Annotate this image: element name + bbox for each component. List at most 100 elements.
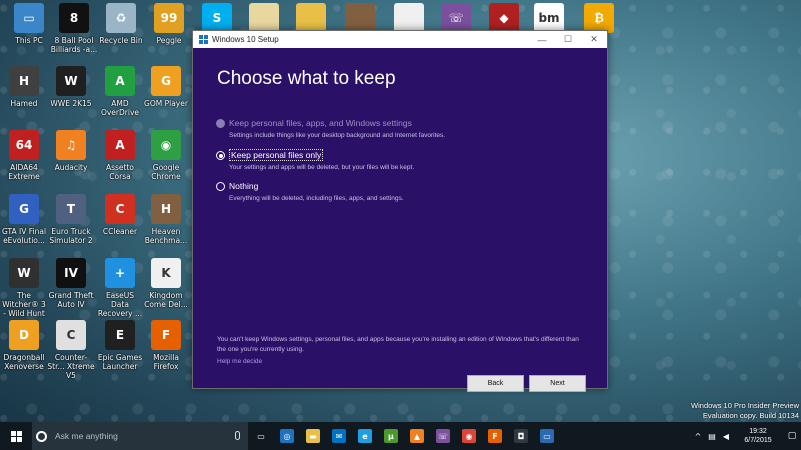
maximize-button[interactable]: ☐ — [555, 34, 581, 45]
shortcut-label: Hamed — [10, 99, 38, 108]
minimize-button[interactable]: — — [529, 35, 555, 45]
taskbar-app-button[interactable]: ◉ — [456, 422, 482, 450]
cortana-icon — [36, 430, 47, 442]
audacity-icon: ♫ — [56, 130, 86, 160]
desktop-shortcut[interactable]: A Assetto Corsa — [96, 130, 144, 181]
page-title: Choose what to keep — [217, 68, 396, 89]
desktop-shortcut[interactable]: C CCleaner — [96, 194, 144, 236]
desktop-shortcut[interactable]: ♻ Recycle Bin — [97, 3, 145, 45]
option-description: Everything will be deleted, including fi… — [229, 195, 404, 202]
desktop-shortcut[interactable]: IV Grand Theft Auto IV — [47, 258, 95, 309]
shortcut-label: AMD OverDrive — [100, 99, 140, 117]
desktop-shortcut[interactable]: E Epic Games Launcher — [96, 320, 144, 371]
shortcut-label: Euro Truck Simulator 2 — [49, 227, 93, 245]
watermark-line-2: Evaluation copy. Build 10134 — [702, 411, 799, 420]
gta4-icon: IV — [56, 258, 86, 288]
clock[interactable]: 19:32 6/7/2015 — [733, 427, 783, 445]
taskbar-app-button[interactable]: e — [352, 422, 378, 450]
radio-keep-files[interactable] — [216, 151, 225, 160]
chevron-up-icon[interactable]: ^ — [691, 432, 705, 441]
shortcut-label: 8 Ball Pool Billiards -a... — [50, 36, 98, 54]
taskbar-app-button[interactable]: ◎ — [274, 422, 300, 450]
option-label: Nothing — [229, 181, 259, 191]
desktop-shortcut[interactable]: 8 8 Ball Pool Billiards -a... — [50, 3, 98, 54]
desktop-shortcut[interactable]: D Dragonball Xenoverse — [0, 320, 48, 371]
network-icon[interactable]: ▤ — [705, 432, 719, 441]
taskbar-app-button[interactable]: μ — [378, 422, 404, 450]
edition-note: You can't keep Windows settings, persona… — [217, 336, 579, 353]
user-folder-icon: H — [9, 66, 39, 96]
taskbar-app-button[interactable]: ✉ — [326, 422, 352, 450]
witcher-icon: W — [9, 258, 39, 288]
window-titlebar[interactable]: Windows 10 Setup — ☐ ✕ — [193, 31, 607, 48]
media-icon: ◘ — [514, 429, 528, 443]
evaluation-watermark: Windows 10 Pro Insider Preview Evaluatio… — [691, 401, 799, 421]
desktop-shortcut[interactable]: 99 Peggle — [145, 3, 193, 45]
easeus-icon: + — [105, 258, 135, 288]
radio-keep-everything[interactable] — [216, 119, 225, 128]
setup-window: Windows 10 Setup — ☐ ✕ Choose what to ke… — [192, 30, 608, 392]
taskbar-app-button[interactable]: ▭ — [248, 422, 274, 450]
computer-icon: ▭ — [14, 3, 44, 33]
viber-icon: ☏ — [436, 429, 450, 443]
desktop-shortcut[interactable]: ◉ Google Chrome — [142, 130, 190, 181]
bmw-icon: bm — [534, 3, 564, 33]
start-button[interactable] — [0, 422, 32, 450]
assetto-corsa-icon: A — [105, 130, 135, 160]
close-button[interactable]: ✕ — [581, 34, 607, 45]
desktop-shortcut[interactable]: ♫ Audacity — [47, 130, 95, 172]
dragonball-icon: D — [9, 320, 39, 350]
desktop-shortcut[interactable]: T Euro Truck Simulator 2 — [47, 194, 95, 245]
shortcut-label: Audacity — [54, 163, 88, 172]
desktop-shortcut[interactable]: G GTA IV Final eEvolutio... — [0, 194, 48, 245]
epic-games-icon: E — [105, 320, 135, 350]
desktop-shortcut[interactable]: W The Witcher® 3 - Wild Hunt — [0, 258, 48, 318]
desktop-shortcut[interactable]: + EaseUS Data Recovery ... — [96, 258, 144, 318]
system-tray: ^ ▤ ◀ 19:32 6/7/2015 ▢ — [691, 422, 801, 450]
file-explorer-icon: ▬ — [306, 429, 320, 443]
desktop-shortcut[interactable]: W WWE 2K15 — [47, 66, 95, 108]
wwe-icon: W — [56, 66, 86, 96]
microphone-icon[interactable] — [235, 431, 240, 440]
desktop-shortcut[interactable]: H Heaven Benchma... — [142, 194, 190, 245]
shortcut-label: WWE 2K15 — [50, 99, 92, 108]
windows-logo-icon — [199, 35, 208, 44]
action-center-icon[interactable]: ▢ — [783, 431, 801, 441]
desktop-shortcut[interactable]: F Mozilla Firefox — [142, 320, 190, 371]
store-globe-icon: ◎ — [280, 429, 294, 443]
desktop-shortcut[interactable]: A AMD OverDrive — [96, 66, 144, 117]
desktop-shortcut[interactable]: C Counter-Str... Xtreme V5 — [47, 320, 95, 380]
watermark-line-1: Windows 10 Pro Insider Preview — [691, 401, 799, 410]
taskbar-pinned-apps: ▭ ◎ ▬ ✉ e μ ▲ ☏ ◉ F ◘ ▭ — [248, 422, 560, 450]
option-label: Keep personal files only — [229, 149, 324, 161]
desktop-shortcut[interactable]: K Kingdom Come Del... — [142, 258, 190, 309]
game-cover-icon — [345, 3, 375, 33]
taskbar-app-button[interactable]: F — [482, 422, 508, 450]
taskbar: Ask me anything ▭ ◎ ▬ ✉ e μ ▲ ☏ ◉ F ◘ ▭ ^ ▤ ◀ 19:32… — [0, 422, 801, 450]
taskbar-app-button[interactable]: ▭ — [534, 422, 560, 450]
aida64-icon: 64 — [9, 130, 39, 160]
shortcut-label: GOM Player — [144, 99, 188, 108]
desktop-shortcut[interactable]: G GOM Player — [142, 66, 190, 108]
eight-ball-icon: 8 — [59, 3, 89, 33]
taskbar-app-button[interactable]: ▲ — [404, 422, 430, 450]
radio-nothing[interactable] — [216, 182, 225, 191]
bitcoin-icon: ₿ — [584, 3, 614, 33]
vlc-icon: ▲ — [410, 429, 424, 443]
back-button[interactable]: Back — [467, 375, 524, 392]
shortcut-label: Assetto Corsa — [105, 163, 135, 181]
desktop-shortcut[interactable]: H Hamed — [0, 66, 48, 108]
cortana-search-box[interactable]: Ask me anything — [32, 422, 248, 450]
help-me-decide-link[interactable]: Help me decide — [217, 358, 262, 365]
shortcut-label: Kingdom Come Del... — [144, 291, 188, 309]
utorrent-icon: μ — [384, 429, 398, 443]
volume-icon[interactable]: ◀ — [719, 432, 733, 441]
next-button[interactable]: Next — [529, 375, 586, 392]
desktop-shortcut[interactable]: 64 AIDA64 Extreme — [0, 130, 48, 181]
taskbar-app-button[interactable]: ☏ — [430, 422, 456, 450]
taskbar-app-button[interactable]: ◘ — [508, 422, 534, 450]
window-content: Choose what to keep Keep personal files,… — [193, 48, 607, 392]
shortcut-label: Epic Games Launcher — [97, 353, 143, 371]
desktop-shortcut[interactable]: ▭ This PC — [5, 3, 53, 45]
taskbar-app-button[interactable]: ▬ — [300, 422, 326, 450]
